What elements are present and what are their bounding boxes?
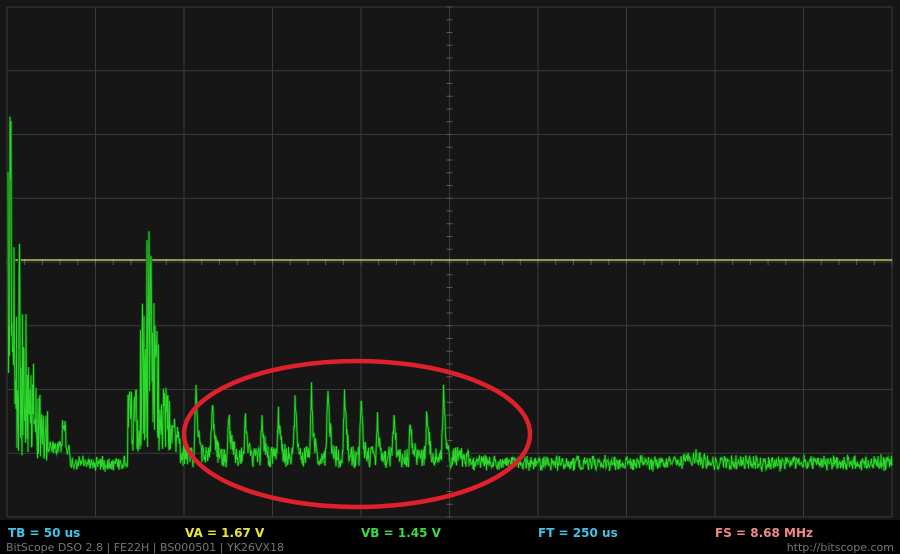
device-info: BitScope DSO 2.8 | FE22H | BS000501 | YK… <box>6 541 284 554</box>
channel-b-readout: VB = 1.45 V <box>361 526 441 540</box>
footer-bar: BitScope DSO 2.8 | FE22H | BS000501 | YK… <box>0 541 900 554</box>
scope-display <box>0 0 900 520</box>
timebase-readout: TB = 50 us <box>8 526 81 540</box>
channel-a-readout: VA = 1.67 V <box>185 526 265 540</box>
waveform-plot <box>0 0 900 520</box>
frame-time-readout: FT = 250 us <box>538 526 618 540</box>
sample-rate-readout: FS = 8.68 MHz <box>715 526 814 540</box>
website-link[interactable]: http://bitscope.com <box>787 541 894 554</box>
